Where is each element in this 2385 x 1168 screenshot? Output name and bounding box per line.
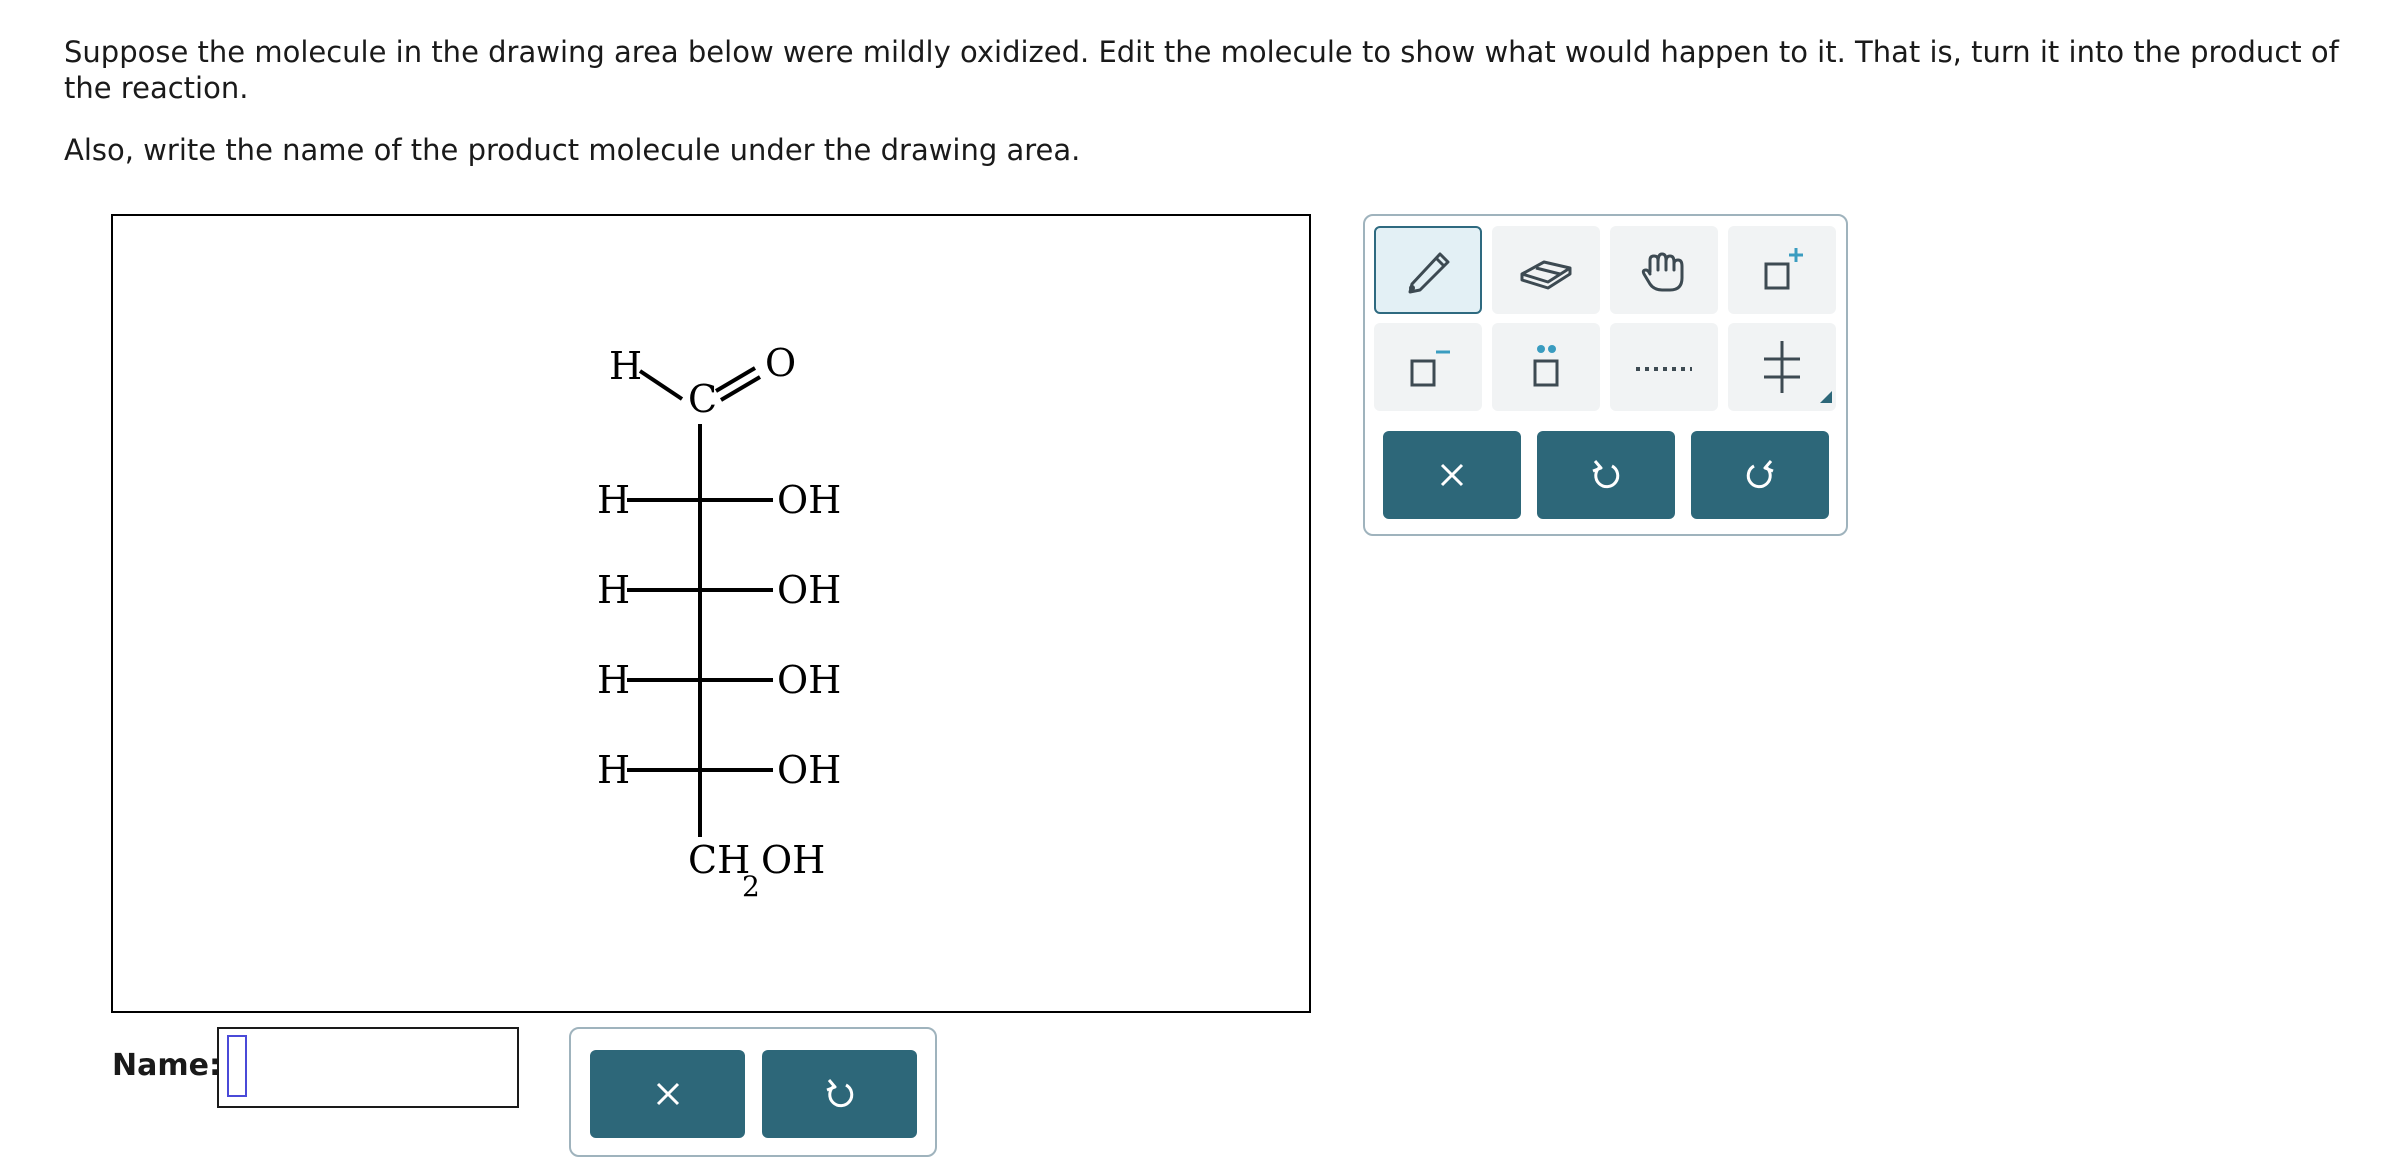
question-instruction: Also, write the name of the product mole… — [64, 133, 1081, 167]
hand-icon — [1641, 252, 1684, 292]
dashed-bond-icon — [1636, 367, 1692, 371]
hand-tool[interactable] — [1610, 226, 1718, 314]
row1-right-oh[interactable]: OH — [777, 478, 841, 522]
clear-drawing-button[interactable] — [1383, 431, 1521, 519]
templates-tool[interactable] — [1728, 323, 1836, 411]
dashed-bond-tool[interactable] — [1610, 323, 1718, 411]
fischer-projection: H C O H OH H OH H OH H OH CH 2 OH — [597, 341, 841, 903]
carbonyl-c-atom[interactable]: C — [688, 377, 717, 421]
remove-charge-tool[interactable] — [1374, 323, 1482, 411]
c-o-double-bond-a[interactable] — [714, 366, 757, 393]
row4-left-h[interactable]: H — [597, 748, 630, 792]
row3-right-oh[interactable]: OH — [777, 658, 841, 702]
undo-icon — [1592, 460, 1620, 489]
lone-pair-icon — [1533, 345, 1559, 387]
question-text: Suppose the molecule in the drawing area… — [64, 35, 2339, 105]
row4-right-oh[interactable]: OH — [777, 748, 841, 792]
eraser-icon — [1520, 260, 1572, 290]
row3-left-h[interactable]: H — [597, 658, 630, 702]
undo-icon — [825, 1079, 853, 1108]
pencil-tool[interactable] — [1374, 226, 1482, 314]
redo-icon — [1746, 460, 1774, 489]
oh-tail[interactable]: OH — [761, 838, 825, 882]
name-input[interactable] — [217, 1027, 519, 1108]
undo-button[interactable] — [1537, 431, 1675, 519]
row2-right-oh[interactable]: OH — [777, 568, 841, 612]
ch2-subscript: 2 — [742, 870, 760, 903]
drawing-toolbox — [1363, 214, 1848, 536]
c-h-bond[interactable] — [638, 369, 684, 401]
row2-left-h[interactable]: H — [597, 568, 630, 612]
undo-name-button[interactable] — [762, 1050, 917, 1138]
name-label: Name: — [112, 1048, 221, 1083]
remove-charge-icon — [1410, 350, 1450, 387]
text-cursor — [227, 1035, 247, 1097]
add-charge-icon — [1764, 248, 1803, 290]
redo-button[interactable] — [1691, 431, 1829, 519]
eraser-tool[interactable] — [1492, 226, 1600, 314]
clear-icon — [1440, 463, 1464, 487]
lone-pair-tool[interactable] — [1492, 323, 1600, 411]
drawing-area[interactable]: H C O H OH H OH H OH H OH CH 2 OH — [111, 214, 1311, 1013]
ch2-group[interactable]: CH — [688, 838, 750, 882]
name-actions-panel — [569, 1027, 937, 1157]
clear-name-button[interactable] — [590, 1050, 745, 1138]
pencil-icon — [1408, 252, 1450, 294]
add-charge-tool[interactable] — [1728, 226, 1836, 314]
templates-icon — [1764, 341, 1832, 403]
aldehyde-h-atom[interactable]: H — [609, 344, 642, 388]
c-o-double-bond-b[interactable] — [719, 375, 762, 402]
carbonyl-o-atom[interactable]: O — [765, 341, 796, 385]
clear-icon — [656, 1082, 679, 1106]
row1-left-h[interactable]: H — [597, 478, 630, 522]
